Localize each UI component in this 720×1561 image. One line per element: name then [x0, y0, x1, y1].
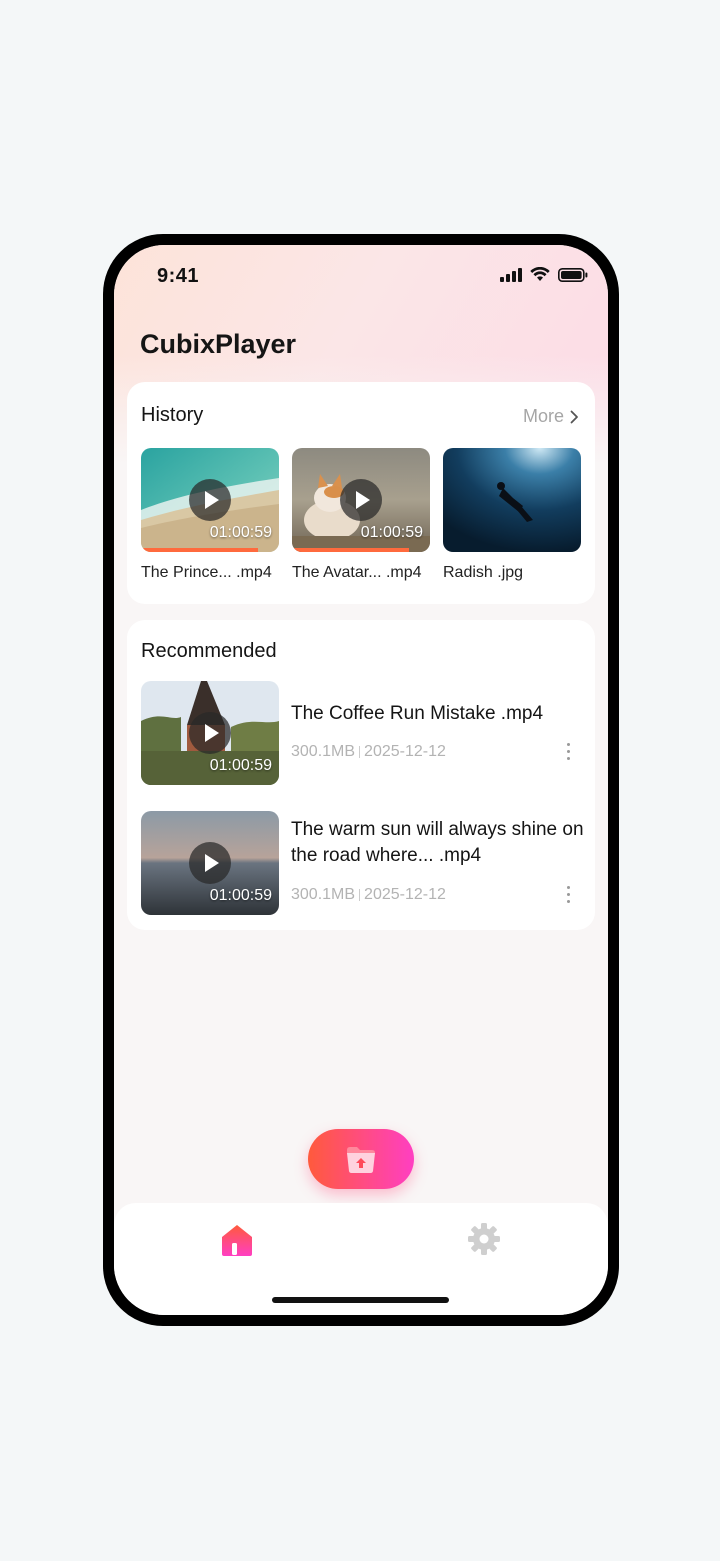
watch-progress-bar: [292, 548, 410, 552]
more-label: More: [522, 406, 564, 426]
history-more-link[interactable]: More: [523, 406, 579, 427]
gear-icon: [468, 1223, 500, 1255]
video-meta: 300.1MB 2025-12-12: [291, 743, 446, 761]
meta-divider: [359, 889, 361, 901]
video-title: The warm sun will always shine on the ro…: [291, 819, 584, 866]
video-title: The Coffee Run Mistake .mp4: [291, 703, 544, 724]
folder-upload-icon: [347, 1147, 375, 1173]
home-indicator: [272, 1297, 449, 1303]
video-duration: 01:00:59: [209, 524, 272, 541]
history-item-label: Radish .jpg: [443, 564, 524, 581]
tab-settings[interactable]: [466, 1221, 502, 1257]
underwater-image: [443, 448, 581, 552]
status-time: 9:41: [157, 265, 200, 287]
phone-frame: 9:41 CubixPlayer History More 01:00:59 T…: [103, 234, 619, 1326]
history-section: History More 01:00:59 The Prince... .mp4…: [127, 382, 595, 604]
history-thumbnail[interactable]: 01:00:59: [141, 448, 279, 552]
cellular-signal-icon: [500, 267, 522, 282]
watch-progress-bar: [141, 548, 259, 552]
chevron-right-icon: [570, 410, 578, 423]
status-icons: [500, 267, 588, 282]
file-date: 2025-12-12: [364, 743, 446, 760]
recommended-thumbnail[interactable]: 01:00:59: [141, 811, 279, 915]
video-meta: 300.1MB 2025-12-12: [291, 886, 446, 904]
history-thumbnail[interactable]: [443, 448, 581, 552]
upload-fab-button[interactable]: [308, 1129, 414, 1189]
battery-icon: [558, 267, 588, 282]
app-title: CubixPlayer: [140, 329, 297, 359]
video-duration: 01:00:59: [209, 757, 272, 774]
video-duration: 01:00:59: [209, 887, 272, 904]
recommended-section: Recommended 01:00:59 The Coffee Run Mist…: [127, 620, 595, 930]
play-button[interactable]: [189, 479, 231, 521]
more-options-icon[interactable]: [567, 886, 571, 903]
history-item-label: The Avatar... .mp4: [292, 564, 422, 581]
file-date: 2025-12-12: [364, 886, 446, 903]
home-icon: [222, 1225, 252, 1256]
play-button[interactable]: [189, 842, 231, 884]
video-duration: 01:00:59: [360, 524, 423, 541]
status-bar: 9:41: [114, 245, 608, 305]
file-size: 300.1MB: [291, 886, 356, 903]
recommended-title: Recommended: [141, 640, 277, 662]
meta-divider: [359, 746, 361, 758]
history-item-label: The Prince... .mp4: [141, 564, 272, 581]
app-screen: 9:41 CubixPlayer History More 01:00:59 T…: [114, 245, 608, 1315]
recommended-thumbnail[interactable]: 01:00:59: [141, 681, 279, 785]
play-button[interactable]: [340, 479, 382, 521]
more-options-icon[interactable]: [567, 743, 571, 760]
tab-home[interactable]: [220, 1223, 254, 1257]
file-size: 300.1MB: [291, 743, 356, 760]
play-button[interactable]: [189, 712, 231, 754]
history-title: History: [141, 404, 204, 426]
wifi-icon: [530, 267, 550, 281]
history-thumbnail[interactable]: 01:00:59: [292, 448, 430, 552]
